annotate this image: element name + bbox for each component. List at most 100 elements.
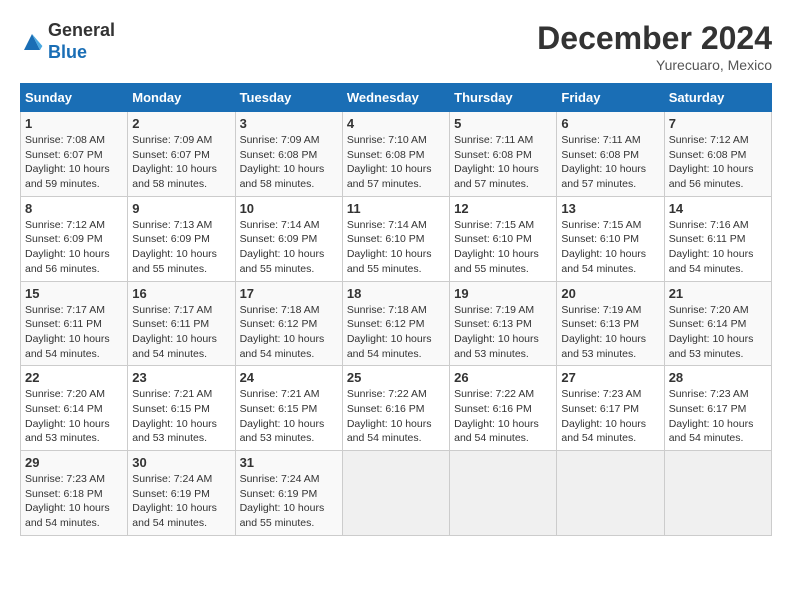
day-info: Sunrise: 7:17 AM Sunset: 6:11 PM Dayligh…	[132, 303, 230, 362]
calendar-day-cell: 6 Sunrise: 7:11 AM Sunset: 6:08 PM Dayli…	[557, 112, 664, 197]
calendar-day-cell: 7 Sunrise: 7:12 AM Sunset: 6:08 PM Dayli…	[664, 112, 771, 197]
day-info: Sunrise: 7:23 AM Sunset: 6:17 PM Dayligh…	[561, 387, 659, 446]
calendar-day-cell: 11 Sunrise: 7:14 AM Sunset: 6:10 PM Dayl…	[342, 196, 449, 281]
calendar-header: General Blue December 2024 Yurecuaro, Me…	[20, 20, 772, 73]
day-info: Sunrise: 7:24 AM Sunset: 6:19 PM Dayligh…	[240, 472, 338, 531]
day-number: 7	[669, 116, 767, 131]
day-info: Sunrise: 7:08 AM Sunset: 6:07 PM Dayligh…	[25, 133, 123, 192]
calendar-day-cell	[450, 451, 557, 536]
calendar-day-cell: 31 Sunrise: 7:24 AM Sunset: 6:19 PM Dayl…	[235, 451, 342, 536]
day-number: 14	[669, 201, 767, 216]
day-number: 8	[25, 201, 123, 216]
calendar-day-cell: 19 Sunrise: 7:19 AM Sunset: 6:13 PM Dayl…	[450, 281, 557, 366]
day-info: Sunrise: 7:21 AM Sunset: 6:15 PM Dayligh…	[240, 387, 338, 446]
calendar-day-cell	[342, 451, 449, 536]
day-info: Sunrise: 7:22 AM Sunset: 6:16 PM Dayligh…	[454, 387, 552, 446]
day-number: 29	[25, 455, 123, 470]
calendar-day-cell: 16 Sunrise: 7:17 AM Sunset: 6:11 PM Dayl…	[128, 281, 235, 366]
day-info: Sunrise: 7:14 AM Sunset: 6:09 PM Dayligh…	[240, 218, 338, 277]
day-info: Sunrise: 7:23 AM Sunset: 6:17 PM Dayligh…	[669, 387, 767, 446]
day-info: Sunrise: 7:20 AM Sunset: 6:14 PM Dayligh…	[669, 303, 767, 362]
day-number: 16	[132, 286, 230, 301]
day-info: Sunrise: 7:12 AM Sunset: 6:08 PM Dayligh…	[669, 133, 767, 192]
weekday-header-wednesday: Wednesday	[342, 84, 449, 112]
day-number: 4	[347, 116, 445, 131]
weekday-header-friday: Friday	[557, 84, 664, 112]
calendar-day-cell: 4 Sunrise: 7:10 AM Sunset: 6:08 PM Dayli…	[342, 112, 449, 197]
day-info: Sunrise: 7:24 AM Sunset: 6:19 PM Dayligh…	[132, 472, 230, 531]
day-info: Sunrise: 7:12 AM Sunset: 6:09 PM Dayligh…	[25, 218, 123, 277]
weekday-header-monday: Monday	[128, 84, 235, 112]
calendar-week-row: 1 Sunrise: 7:08 AM Sunset: 6:07 PM Dayli…	[21, 112, 772, 197]
day-number: 25	[347, 370, 445, 385]
calendar-day-cell: 12 Sunrise: 7:15 AM Sunset: 6:10 PM Dayl…	[450, 196, 557, 281]
logo-general: General	[48, 20, 115, 42]
day-info: Sunrise: 7:11 AM Sunset: 6:08 PM Dayligh…	[454, 133, 552, 192]
month-year-title: December 2024	[537, 20, 772, 57]
day-number: 20	[561, 286, 659, 301]
day-number: 22	[25, 370, 123, 385]
calendar-day-cell: 26 Sunrise: 7:22 AM Sunset: 6:16 PM Dayl…	[450, 366, 557, 451]
calendar-day-cell: 13 Sunrise: 7:15 AM Sunset: 6:10 PM Dayl…	[557, 196, 664, 281]
day-number: 24	[240, 370, 338, 385]
day-number: 23	[132, 370, 230, 385]
day-info: Sunrise: 7:20 AM Sunset: 6:14 PM Dayligh…	[25, 387, 123, 446]
calendar-day-cell: 15 Sunrise: 7:17 AM Sunset: 6:11 PM Dayl…	[21, 281, 128, 366]
logo-icon	[20, 30, 44, 54]
calendar-day-cell	[557, 451, 664, 536]
day-number: 30	[132, 455, 230, 470]
calendar-week-row: 15 Sunrise: 7:17 AM Sunset: 6:11 PM Dayl…	[21, 281, 772, 366]
day-info: Sunrise: 7:15 AM Sunset: 6:10 PM Dayligh…	[561, 218, 659, 277]
calendar-day-cell: 5 Sunrise: 7:11 AM Sunset: 6:08 PM Dayli…	[450, 112, 557, 197]
day-number: 1	[25, 116, 123, 131]
day-number: 6	[561, 116, 659, 131]
calendar-day-cell: 27 Sunrise: 7:23 AM Sunset: 6:17 PM Dayl…	[557, 366, 664, 451]
title-area: December 2024 Yurecuaro, Mexico	[537, 20, 772, 73]
day-number: 17	[240, 286, 338, 301]
calendar-day-cell: 10 Sunrise: 7:14 AM Sunset: 6:09 PM Dayl…	[235, 196, 342, 281]
day-number: 12	[454, 201, 552, 216]
location-subtitle: Yurecuaro, Mexico	[537, 57, 772, 73]
calendar-day-cell: 30 Sunrise: 7:24 AM Sunset: 6:19 PM Dayl…	[128, 451, 235, 536]
day-number: 18	[347, 286, 445, 301]
weekday-header-thursday: Thursday	[450, 84, 557, 112]
day-number: 31	[240, 455, 338, 470]
day-info: Sunrise: 7:15 AM Sunset: 6:10 PM Dayligh…	[454, 218, 552, 277]
day-info: Sunrise: 7:22 AM Sunset: 6:16 PM Dayligh…	[347, 387, 445, 446]
calendar-day-cell: 3 Sunrise: 7:09 AM Sunset: 6:08 PM Dayli…	[235, 112, 342, 197]
calendar-table: SundayMondayTuesdayWednesdayThursdayFrid…	[20, 83, 772, 536]
day-info: Sunrise: 7:09 AM Sunset: 6:07 PM Dayligh…	[132, 133, 230, 192]
calendar-day-cell: 1 Sunrise: 7:08 AM Sunset: 6:07 PM Dayli…	[21, 112, 128, 197]
calendar-day-cell: 24 Sunrise: 7:21 AM Sunset: 6:15 PM Dayl…	[235, 366, 342, 451]
day-info: Sunrise: 7:11 AM Sunset: 6:08 PM Dayligh…	[561, 133, 659, 192]
weekday-header-saturday: Saturday	[664, 84, 771, 112]
calendar-day-cell: 8 Sunrise: 7:12 AM Sunset: 6:09 PM Dayli…	[21, 196, 128, 281]
day-number: 3	[240, 116, 338, 131]
day-number: 5	[454, 116, 552, 131]
day-number: 21	[669, 286, 767, 301]
calendar-day-cell: 28 Sunrise: 7:23 AM Sunset: 6:17 PM Dayl…	[664, 366, 771, 451]
day-info: Sunrise: 7:19 AM Sunset: 6:13 PM Dayligh…	[561, 303, 659, 362]
calendar-day-cell: 22 Sunrise: 7:20 AM Sunset: 6:14 PM Dayl…	[21, 366, 128, 451]
calendar-day-cell: 9 Sunrise: 7:13 AM Sunset: 6:09 PM Dayli…	[128, 196, 235, 281]
day-info: Sunrise: 7:23 AM Sunset: 6:18 PM Dayligh…	[25, 472, 123, 531]
day-number: 10	[240, 201, 338, 216]
day-number: 27	[561, 370, 659, 385]
day-info: Sunrise: 7:13 AM Sunset: 6:09 PM Dayligh…	[132, 218, 230, 277]
day-info: Sunrise: 7:18 AM Sunset: 6:12 PM Dayligh…	[240, 303, 338, 362]
calendar-day-cell: 17 Sunrise: 7:18 AM Sunset: 6:12 PM Dayl…	[235, 281, 342, 366]
weekday-header-row: SundayMondayTuesdayWednesdayThursdayFrid…	[21, 84, 772, 112]
day-info: Sunrise: 7:17 AM Sunset: 6:11 PM Dayligh…	[25, 303, 123, 362]
weekday-header-tuesday: Tuesday	[235, 84, 342, 112]
calendar-day-cell: 20 Sunrise: 7:19 AM Sunset: 6:13 PM Dayl…	[557, 281, 664, 366]
day-info: Sunrise: 7:16 AM Sunset: 6:11 PM Dayligh…	[669, 218, 767, 277]
calendar-day-cell: 23 Sunrise: 7:21 AM Sunset: 6:15 PM Dayl…	[128, 366, 235, 451]
day-info: Sunrise: 7:19 AM Sunset: 6:13 PM Dayligh…	[454, 303, 552, 362]
logo: General Blue	[20, 20, 115, 63]
day-number: 28	[669, 370, 767, 385]
calendar-week-row: 29 Sunrise: 7:23 AM Sunset: 6:18 PM Dayl…	[21, 451, 772, 536]
calendar-week-row: 22 Sunrise: 7:20 AM Sunset: 6:14 PM Dayl…	[21, 366, 772, 451]
calendar-day-cell	[664, 451, 771, 536]
weekday-header-sunday: Sunday	[21, 84, 128, 112]
day-number: 19	[454, 286, 552, 301]
